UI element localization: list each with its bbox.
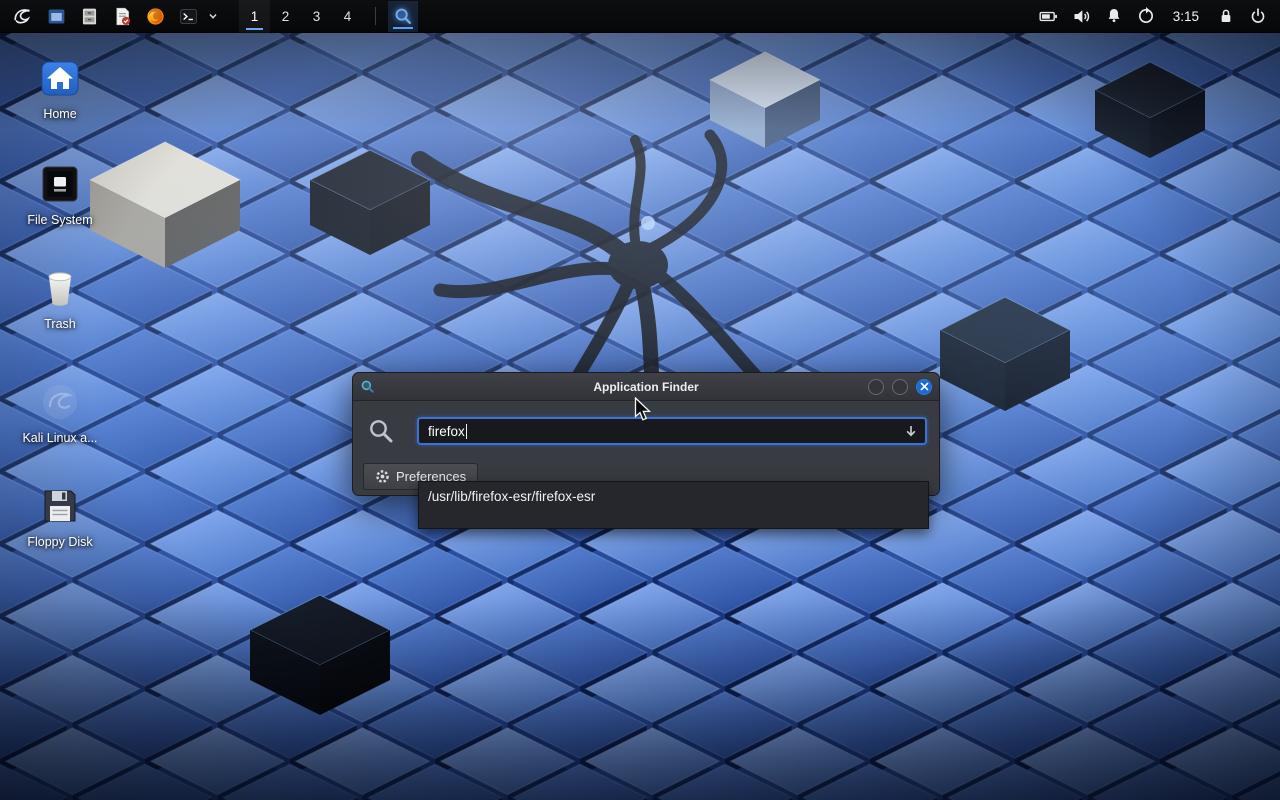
gear-icon bbox=[375, 469, 390, 484]
text-caret bbox=[466, 424, 467, 439]
search-input[interactable]: firefox bbox=[417, 417, 927, 445]
notifications-bell-icon[interactable] bbox=[1100, 1, 1128, 32]
terminal-dropdown-chevron[interactable] bbox=[206, 1, 220, 32]
desktop-icon-label: Trash bbox=[44, 317, 76, 331]
home-icon bbox=[38, 56, 82, 100]
lock-icon[interactable] bbox=[1212, 1, 1240, 32]
file-manager-launcher[interactable] bbox=[41, 1, 71, 32]
dropdown-arrow-icon[interactable] bbox=[904, 424, 918, 438]
desktop-icon-floppy-disk[interactable]: Floppy Disk bbox=[16, 484, 104, 549]
workspace-4[interactable]: 4 bbox=[332, 0, 363, 33]
desktop-icon-file-system[interactable]: File System bbox=[16, 162, 104, 227]
kali-ghost-icon bbox=[38, 380, 82, 424]
file-manager-icon bbox=[46, 6, 67, 27]
file-system-icon bbox=[38, 162, 82, 206]
workspace-1[interactable]: 1 bbox=[239, 0, 270, 33]
workspace-switcher: 1 2 3 4 bbox=[239, 0, 363, 33]
top-panel: 1 2 3 4 bbox=[0, 0, 1280, 33]
system-tray: 3:15 bbox=[1034, 0, 1272, 33]
desktop-icon-trash[interactable]: Trash bbox=[16, 266, 104, 331]
window-title: Application Finder bbox=[353, 380, 939, 394]
desktop-icon-label: File System bbox=[27, 213, 92, 227]
trash-icon bbox=[38, 266, 82, 310]
close-icon bbox=[920, 382, 929, 391]
application-finder-panel-button[interactable] bbox=[388, 1, 418, 32]
battery-icon[interactable] bbox=[1034, 1, 1063, 32]
application-finder-window: Application Finder firefox bbox=[352, 372, 940, 496]
kali-logo-icon bbox=[12, 5, 34, 27]
power-icon[interactable] bbox=[1244, 1, 1272, 32]
minimize-button[interactable] bbox=[868, 379, 884, 395]
completion-popup: /usr/lib/firefox-esr/firefox-esr bbox=[418, 481, 929, 529]
panel-separator bbox=[375, 7, 376, 25]
finder-body: firefox Preferences /usr/lib/firefox-esr… bbox=[353, 401, 939, 495]
desktop-icon-label: Kali Linux a... bbox=[22, 431, 97, 445]
file-cabinet-icon bbox=[79, 6, 100, 27]
finder-window-icon bbox=[360, 379, 376, 395]
desktop-icon-label: Floppy Disk bbox=[27, 535, 92, 549]
terminal-icon bbox=[178, 6, 199, 27]
volume-icon[interactable] bbox=[1067, 1, 1096, 32]
updates-icon[interactable] bbox=[1132, 1, 1160, 32]
completion-item[interactable]: /usr/lib/firefox-esr/firefox-esr bbox=[419, 482, 928, 511]
document-icon bbox=[112, 6, 133, 27]
search-icon bbox=[393, 6, 413, 26]
kali-menu-button[interactable] bbox=[8, 1, 38, 32]
window-controls bbox=[868, 379, 932, 395]
titlebar[interactable]: Application Finder bbox=[353, 373, 939, 401]
close-button[interactable] bbox=[916, 379, 932, 395]
firefox-icon bbox=[145, 6, 166, 27]
search-icon bbox=[367, 417, 397, 445]
files-launcher[interactable] bbox=[74, 1, 104, 32]
text-editor-launcher[interactable] bbox=[107, 1, 137, 32]
search-query-text: firefox bbox=[428, 424, 465, 439]
floppy-disk-icon bbox=[38, 484, 82, 528]
desktop-icon-label: Home bbox=[43, 107, 76, 121]
workspace-3[interactable]: 3 bbox=[301, 0, 332, 33]
maximize-button[interactable] bbox=[892, 379, 908, 395]
chevron-down-icon bbox=[208, 11, 218, 21]
desktop-icon-home[interactable]: Home bbox=[16, 56, 104, 121]
workspace-2[interactable]: 2 bbox=[270, 0, 301, 33]
firefox-launcher[interactable] bbox=[140, 1, 170, 32]
search-row: firefox bbox=[353, 401, 939, 445]
terminal-launcher[interactable] bbox=[173, 1, 203, 32]
desktop-icon-kali-linux[interactable]: Kali Linux a... bbox=[16, 380, 104, 445]
clock[interactable]: 3:15 bbox=[1164, 0, 1208, 33]
